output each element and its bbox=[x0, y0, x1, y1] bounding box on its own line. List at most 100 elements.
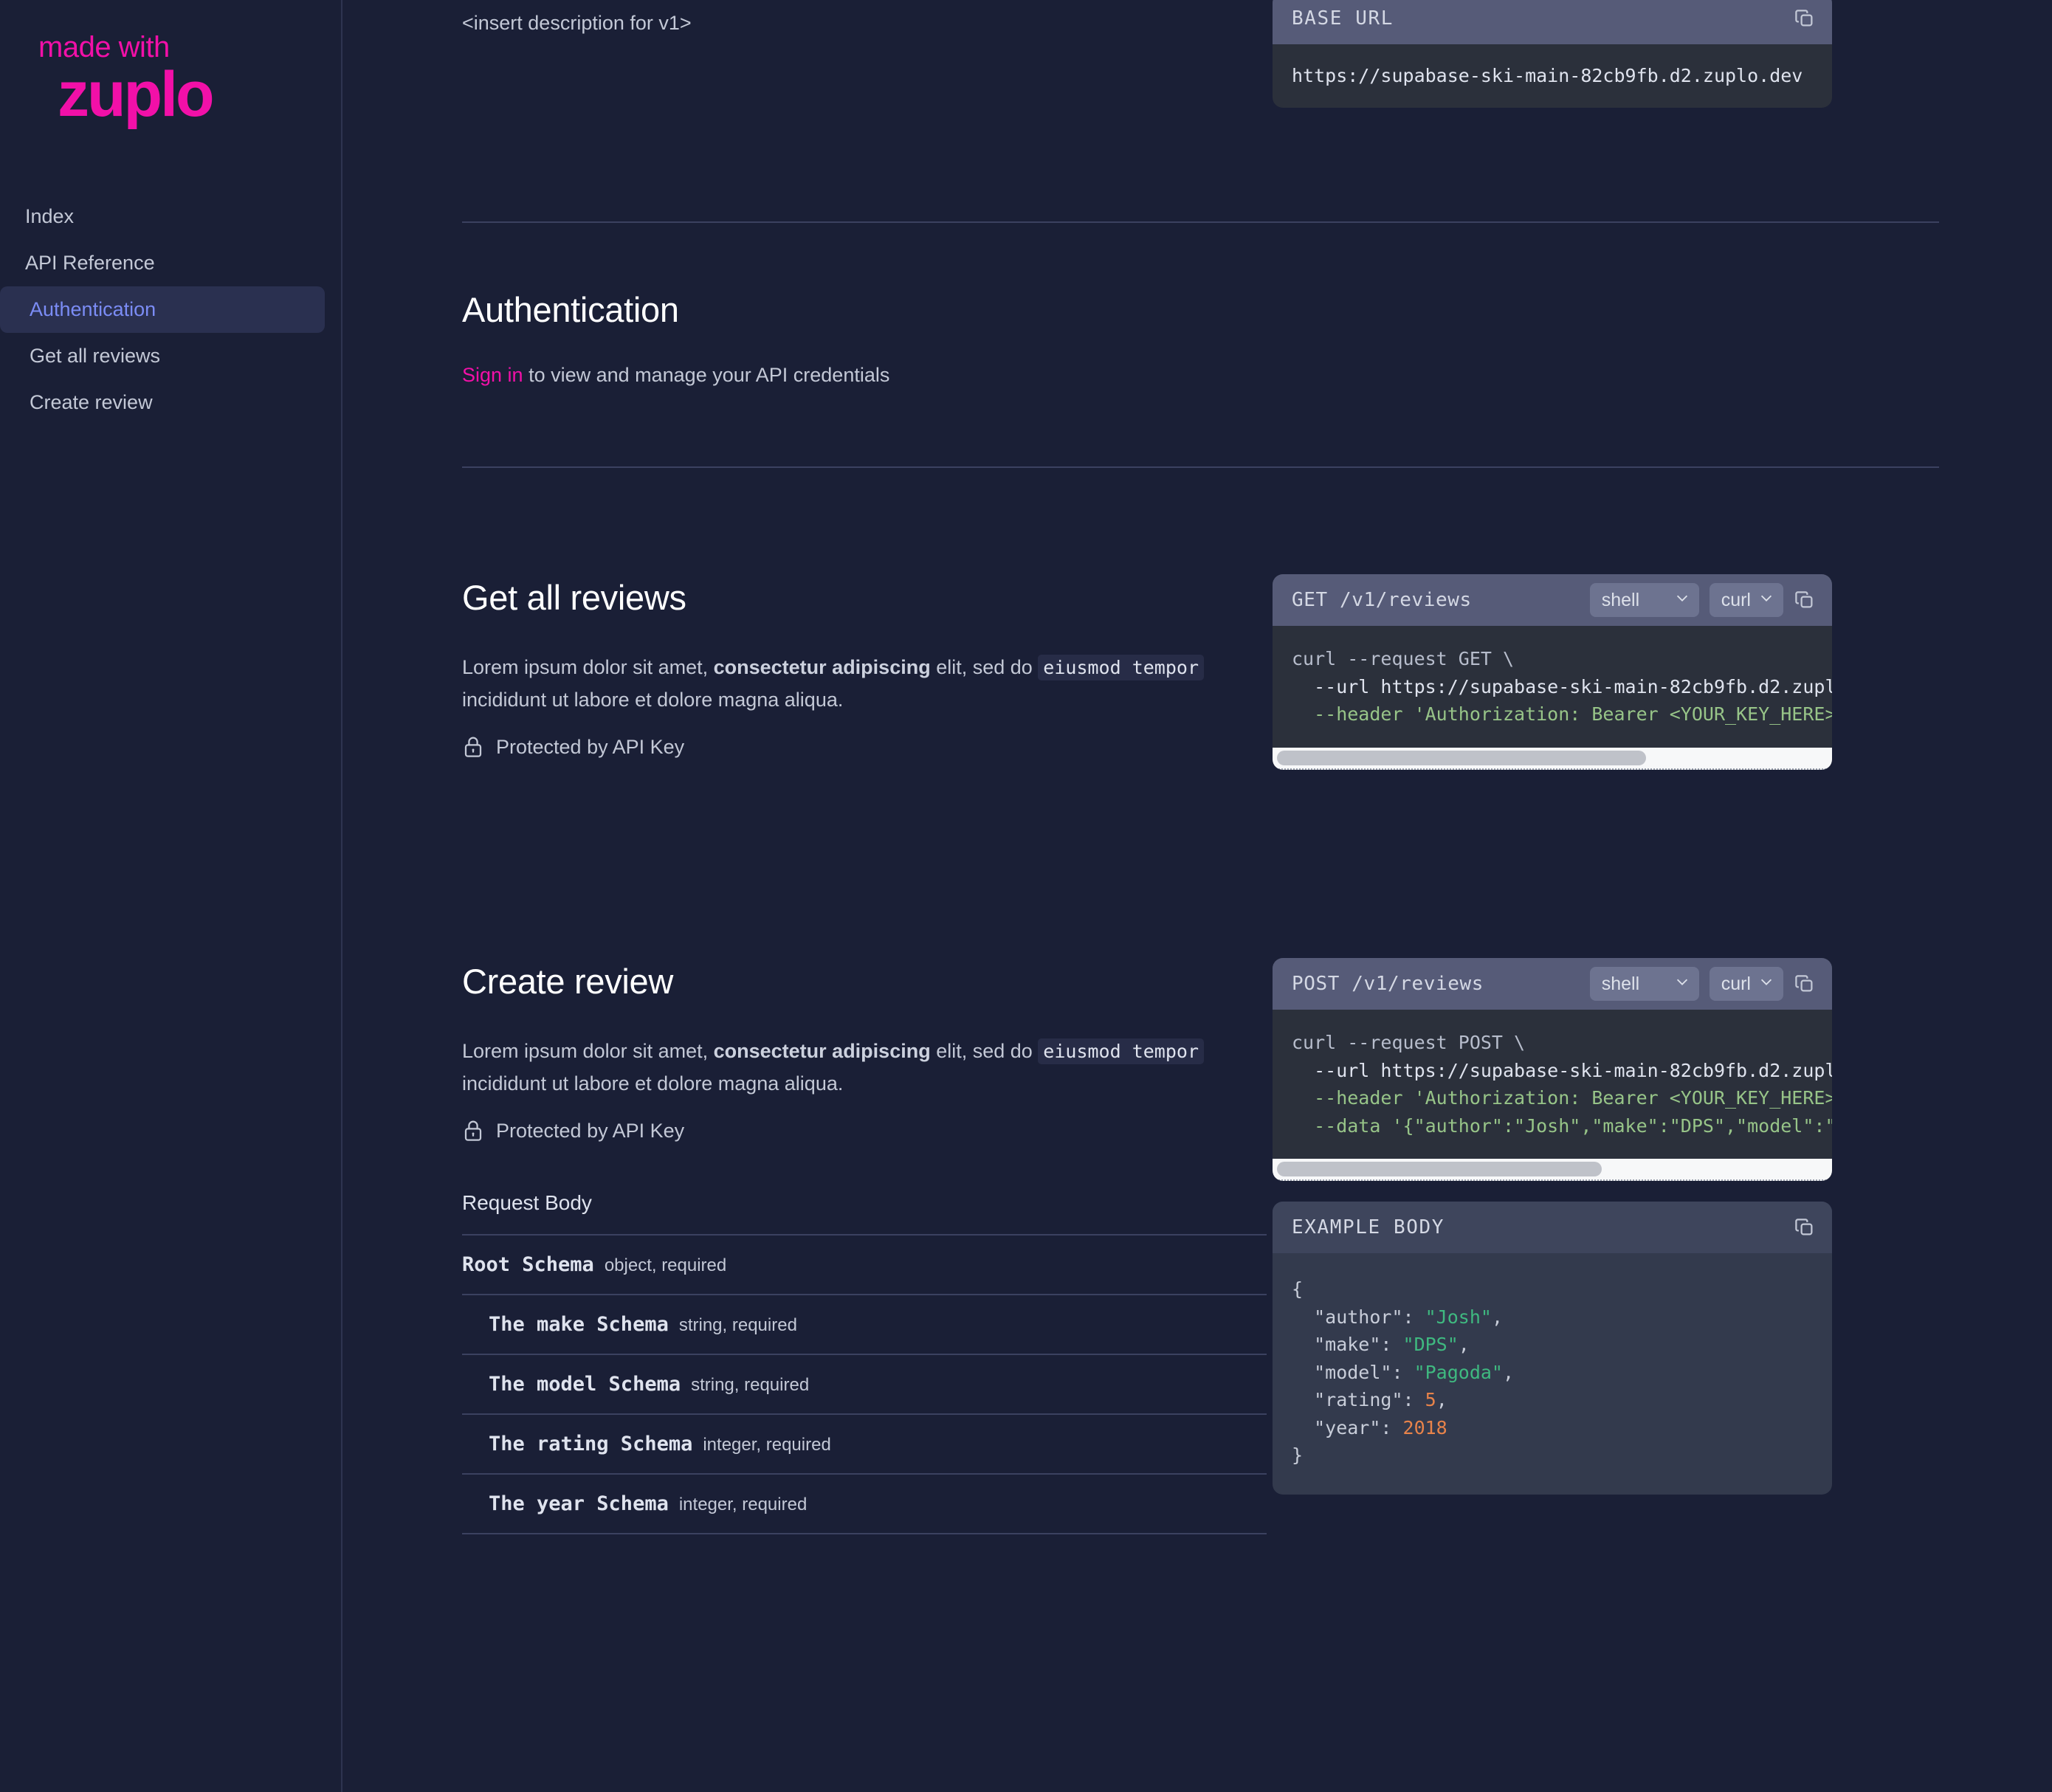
brand-logo[interactable]: made with zuplo bbox=[0, 0, 341, 126]
schema-name: The rating Schema bbox=[489, 1433, 693, 1456]
main-content: <insert description for v1> BASE URL htt… bbox=[342, 0, 2052, 1792]
desc-part-3: incididunt ut labore et dolore magna ali… bbox=[462, 688, 844, 711]
get-code-line-1: --url https://supabase-ski-main-82cb9fb.… bbox=[1292, 675, 1832, 697]
example-body-make: "DPS" bbox=[1402, 1334, 1459, 1355]
desc-part-3: incididunt ut labore et dolore magna ali… bbox=[462, 1072, 844, 1095]
create-review-section: Create review Lorem ipsum dolor sit amet… bbox=[342, 866, 2052, 1535]
language-select-get-value: shell bbox=[1601, 589, 1640, 610]
get-method-path: GET /v1/reviews bbox=[1292, 589, 1472, 611]
get-all-reviews-code-col: GET /v1/reviews shell curl curl --reques… bbox=[1273, 468, 2052, 866]
language-select-post-value: shell bbox=[1601, 973, 1640, 994]
base-url-panel-header: BASE URL bbox=[1273, 0, 1832, 44]
table-row: The rating Schema integer, required bbox=[462, 1415, 1267, 1475]
protected-by-api-key-get: Protected by API Key bbox=[462, 735, 1243, 759]
copy-icon[interactable] bbox=[1794, 7, 1816, 30]
schema-meta: integer, required bbox=[703, 1435, 831, 1455]
request-body-block: Request Body Root Schema object, require… bbox=[462, 1191, 1267, 1535]
table-row: The make Schema string, required bbox=[462, 1295, 1267, 1356]
example-body-label: EXAMPLE BODY bbox=[1292, 1216, 1445, 1238]
desc-inline-code: eiusmod tempor bbox=[1038, 1038, 1205, 1064]
chevron-down-icon bbox=[1674, 590, 1690, 611]
get-code-line-0: curl --request GET \ bbox=[1292, 648, 1515, 669]
protected-label-create: Protected by API Key bbox=[496, 1119, 685, 1142]
intro-section: <insert description for v1> BASE URL htt… bbox=[342, 0, 2052, 221]
authentication-rest-text: to view and manage your API credentials bbox=[523, 364, 890, 386]
authentication-subtext: Sign in to view and manage your API cred… bbox=[462, 359, 1243, 392]
sidebar-item-authentication[interactable]: Authentication bbox=[0, 286, 325, 333]
sidebar-nav: Index API Reference Authentication Get a… bbox=[0, 193, 341, 426]
desc-part-2: elit, sed do bbox=[930, 656, 1039, 678]
example-body-model: "Pagoda" bbox=[1414, 1361, 1503, 1383]
table-row: Root Schema object, required bbox=[462, 1236, 1267, 1296]
example-body-line-0: { bbox=[1292, 1278, 1304, 1300]
intro-text-col: <insert description for v1> bbox=[342, 0, 1273, 221]
schema-meta: integer, required bbox=[678, 1495, 808, 1515]
authentication-section: Authentication Sign in to view and manag… bbox=[342, 223, 2052, 466]
protected-by-api-key-create: Protected by API Key bbox=[462, 1119, 1243, 1143]
post-panel-header: POST /v1/reviews shell curl bbox=[1273, 958, 1832, 1010]
schema-name: The make Schema bbox=[489, 1313, 669, 1337]
lock-icon bbox=[462, 735, 484, 759]
desc-part-1: Lorem ipsum dolor sit amet, bbox=[462, 1040, 714, 1062]
example-body-header: EXAMPLE BODY bbox=[1273, 1202, 1832, 1253]
copy-icon[interactable] bbox=[1794, 973, 1816, 995]
get-code-scrollbar-thumb[interactable] bbox=[1277, 750, 1646, 765]
example-body-rating: 5 bbox=[1425, 1389, 1436, 1410]
create-review-text-col: Create review Lorem ipsum dolor sit amet… bbox=[342, 866, 1273, 1535]
chevron-down-icon bbox=[1758, 973, 1774, 995]
client-select-get[interactable]: curl bbox=[1709, 583, 1783, 617]
chevron-down-icon bbox=[1758, 590, 1774, 611]
language-select-post[interactable]: shell bbox=[1589, 967, 1699, 1001]
example-body-code: { "author": "Josh", "make": "DPS", "mode… bbox=[1292, 1278, 1515, 1466]
chevron-down-icon bbox=[1674, 973, 1690, 995]
desc-bold: consectetur adipiscing bbox=[713, 656, 931, 678]
copy-icon[interactable] bbox=[1794, 1216, 1816, 1238]
language-select-get[interactable]: shell bbox=[1589, 583, 1699, 617]
base-url-panel: BASE URL https://supabase-ski-main-82cb9… bbox=[1273, 0, 1832, 108]
sidebar-item-get-all-reviews[interactable]: Get all reviews bbox=[0, 333, 325, 379]
create-review-code-col: POST /v1/reviews shell curl curl --reque… bbox=[1273, 866, 2052, 1531]
post-code-line-1: --url https://supabase-ski-main-82cb9fb.… bbox=[1292, 1059, 1832, 1081]
schema-meta: object, required bbox=[604, 1255, 727, 1276]
sidebar-item-create-review[interactable]: Create review bbox=[0, 379, 325, 426]
api-description: <insert description for v1> bbox=[462, 12, 692, 34]
desc-inline-code: eiusmod tempor bbox=[1038, 655, 1205, 680]
protected-label-get: Protected by API Key bbox=[496, 735, 685, 758]
schema-meta: string, required bbox=[678, 1315, 797, 1336]
authentication-text-col: Authentication Sign in to view and manag… bbox=[342, 223, 1273, 466]
get-panel-header: GET /v1/reviews shell curl bbox=[1273, 574, 1832, 626]
example-body-panel: EXAMPLE BODY { "author": "Josh", "make":… bbox=[1273, 1202, 1832, 1495]
get-code-scrollbar[interactable] bbox=[1273, 747, 1832, 770]
post-code-scrollbar-thumb[interactable] bbox=[1277, 1162, 1602, 1176]
get-code-block: curl --request GET \ --url https://supab… bbox=[1273, 626, 1832, 748]
sidebar-item-api-reference[interactable]: API Reference bbox=[0, 240, 325, 286]
get-all-reviews-section: Get all reviews Lorem ipsum dolor sit am… bbox=[342, 468, 2052, 866]
example-body-year: 2018 bbox=[1402, 1416, 1447, 1438]
sign-in-link[interactable]: Sign in bbox=[462, 364, 523, 386]
request-body-title: Request Body bbox=[462, 1191, 592, 1215]
schema-name: The model Schema bbox=[489, 1373, 681, 1396]
authentication-right-col bbox=[1273, 223, 2052, 466]
schema-meta: string, required bbox=[691, 1375, 810, 1396]
page-title-create-review: Create review bbox=[462, 962, 674, 1001]
post-code-line-0: curl --request POST \ bbox=[1292, 1032, 1526, 1053]
table-row: The year Schema integer, required bbox=[462, 1475, 1267, 1535]
base-url-col: BASE URL https://supabase-ski-main-82cb9… bbox=[1273, 0, 2052, 221]
post-code-block: curl --request POST \ --url https://supa… bbox=[1273, 1010, 1832, 1159]
sidebar: made with zuplo Index API Reference Auth… bbox=[0, 0, 342, 1792]
desc-bold: consectetur adipiscing bbox=[713, 1040, 931, 1062]
desc-part-1: Lorem ipsum dolor sit amet, bbox=[462, 656, 714, 678]
lock-icon bbox=[462, 1119, 484, 1143]
get-reviews-code-panel: GET /v1/reviews shell curl curl --reques… bbox=[1273, 574, 1832, 770]
example-body-author: "Josh" bbox=[1425, 1306, 1492, 1328]
sidebar-item-index[interactable]: Index bbox=[0, 193, 325, 240]
brand-tagline: made with bbox=[38, 31, 170, 63]
base-url-value: https://supabase-ski-main-82cb9fb.d2.zup… bbox=[1292, 65, 1803, 86]
get-code-line-2: --header 'Authorization: Bearer <YOUR_KE… bbox=[1292, 703, 1832, 725]
get-all-reviews-text-col: Get all reviews Lorem ipsum dolor sit am… bbox=[342, 468, 1273, 866]
schema-name: The year Schema bbox=[489, 1492, 669, 1516]
post-code-scrollbar[interactable] bbox=[1273, 1159, 1832, 1181]
copy-icon[interactable] bbox=[1794, 589, 1816, 611]
client-select-post[interactable]: curl bbox=[1709, 967, 1783, 1001]
request-body-table: Root Schema object, required The make Sc… bbox=[462, 1234, 1267, 1535]
